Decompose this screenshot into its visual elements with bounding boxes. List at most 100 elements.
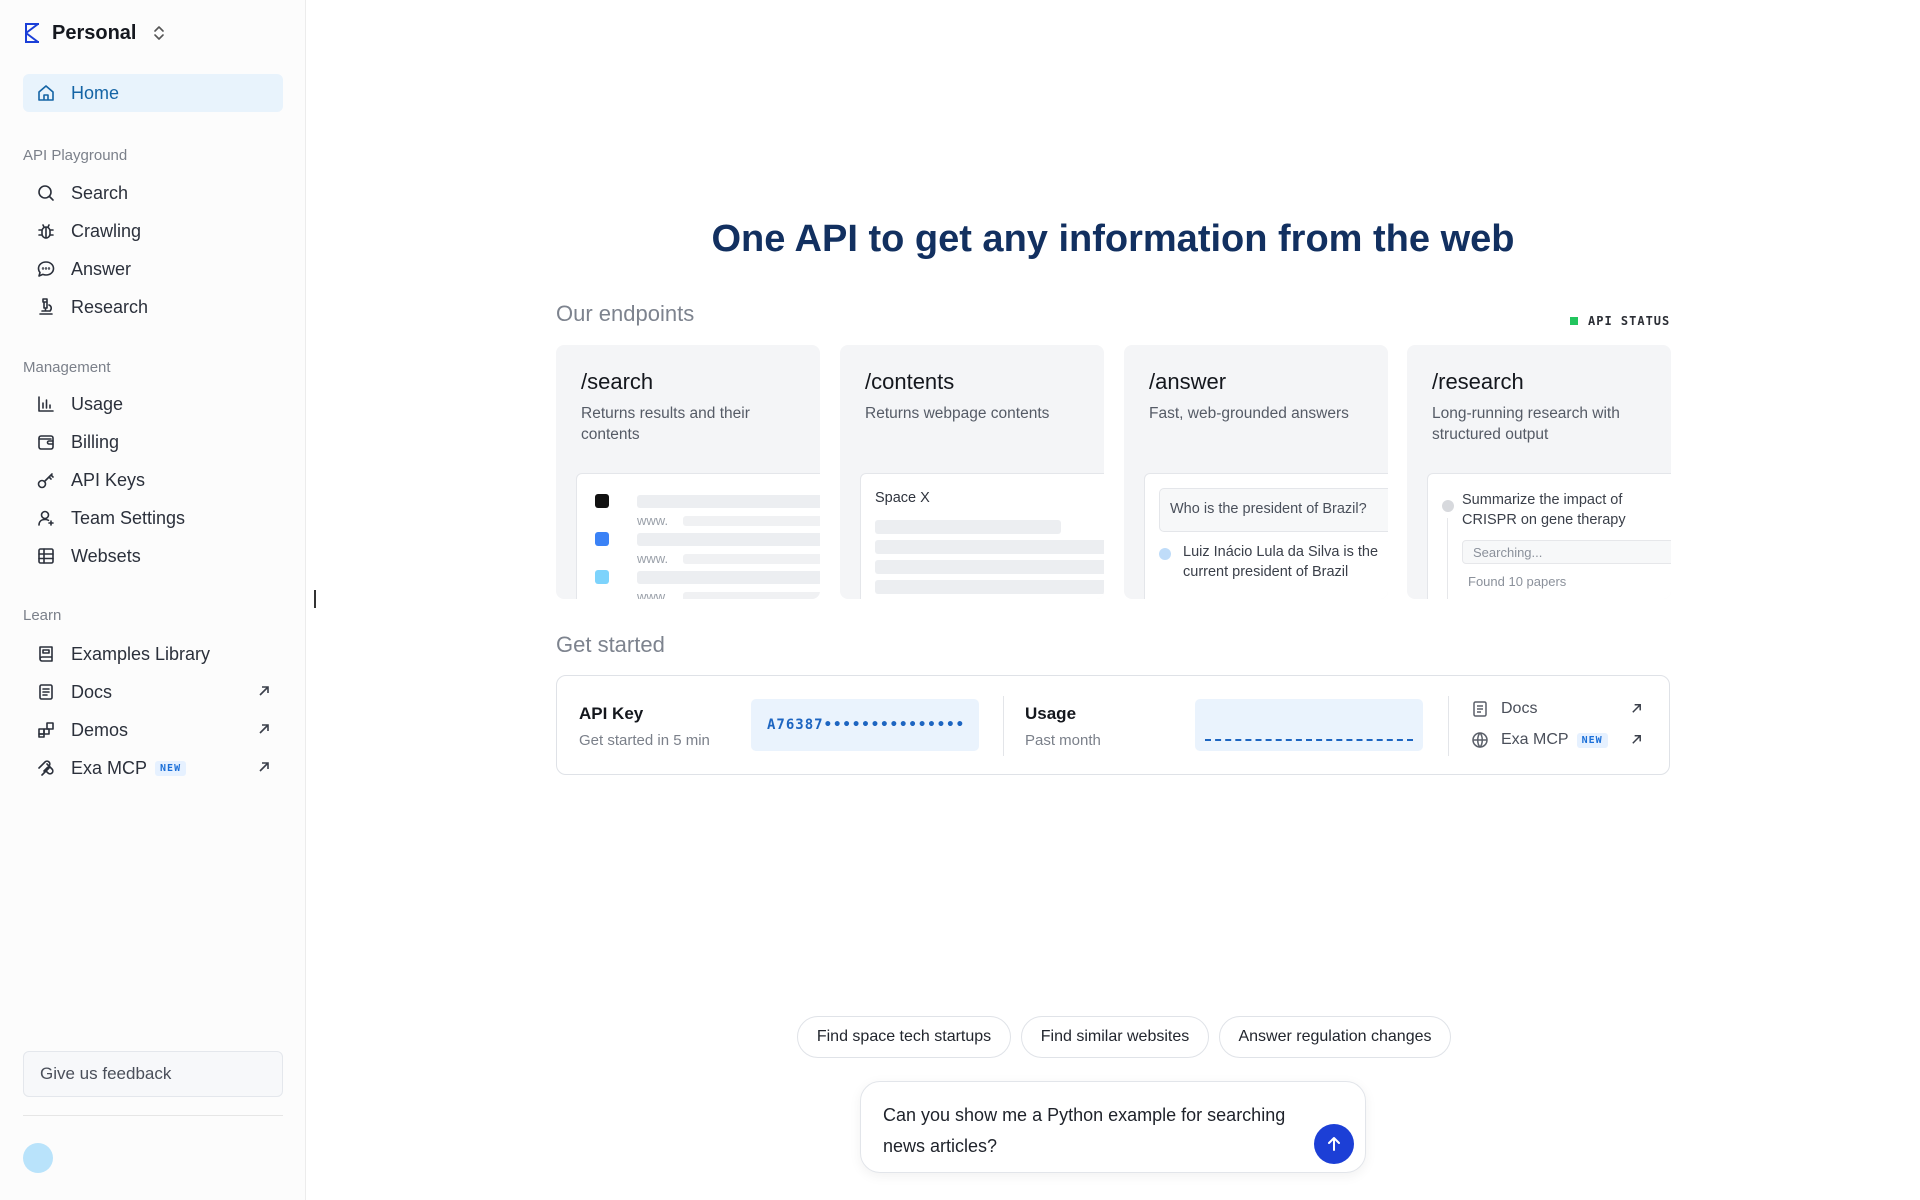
docs-link[interactable]: Docs — [1471, 696, 1651, 722]
new-badge: NEW — [1576, 732, 1608, 748]
research-prompt: Summarize the impact of CRISPR on gene t… — [1462, 492, 1626, 528]
endpoint-description: Returns results and their contents — [581, 405, 750, 443]
api-key-subtitle: Get started in 5 min — [579, 732, 710, 749]
sidebar-item-label: Home — [71, 82, 120, 103]
table-icon — [35, 545, 57, 567]
endpoint-title: /contents — [865, 369, 955, 394]
placeholder-bar — [637, 571, 820, 584]
placeholder-bar — [683, 516, 820, 526]
sidebar-item-search[interactable]: Search — [23, 174, 283, 212]
avatar[interactable] — [23, 1143, 53, 1173]
api-key-value[interactable]: A76387••••••••••••••• — [751, 699, 979, 751]
exa-mcp-link-label: Exa MCP — [1501, 731, 1569, 748]
contents-sample-title: Space X — [875, 490, 930, 506]
external-link-icon — [257, 722, 271, 736]
endpoint-card-answer[interactable]: /answer Fast, web-grounded answers Who i… — [1124, 345, 1388, 599]
usage-sparkline[interactable] — [1195, 699, 1423, 751]
arrow-up-icon — [1328, 1137, 1340, 1151]
usage-title: Usage — [1025, 704, 1077, 723]
result-favicon-icon — [595, 570, 609, 584]
sidebar-item-billing[interactable]: Billing — [23, 423, 283, 461]
result-url: www. — [637, 513, 669, 528]
status-dot-icon — [1570, 317, 1578, 325]
placeholder-bar — [875, 540, 1104, 554]
endpoint-description: Returns webpage contents — [865, 405, 1050, 422]
sidebar-item-home[interactable]: Home — [23, 74, 283, 112]
endpoint-card-search[interactable]: /search Returns results and their conten… — [556, 345, 820, 599]
chat-bubble-icon — [35, 258, 57, 280]
workspace-switcher[interactable]: Personal — [22, 20, 166, 46]
sidebar-item-crawling[interactable]: Crawling — [23, 212, 283, 250]
docs-link-label: Docs — [1501, 700, 1538, 717]
key-icon — [35, 469, 57, 491]
result-favicon-icon — [595, 494, 609, 508]
sidebar-item-usage[interactable]: Usage — [23, 385, 283, 423]
sidebar-item-label: Team Settings — [71, 507, 186, 528]
microscope-icon — [35, 296, 57, 318]
sidebar-item-label: Docs — [71, 681, 113, 702]
answer-question: Who is the president of Brazil? — [1159, 488, 1388, 532]
endpoint-title: /answer — [1149, 369, 1227, 394]
sidebar-item-api-keys[interactable]: API Keys — [23, 461, 283, 499]
bar-chart-icon — [35, 393, 57, 415]
endpoint-description: Long-running research with structured ou… — [1432, 405, 1620, 443]
chevron-up-down-icon — [154, 26, 165, 40]
sidebar-item-answer[interactable]: Answer — [23, 250, 283, 288]
placeholder-bar — [875, 580, 1104, 594]
answer-dot-icon — [1159, 548, 1171, 560]
sidebar-item-exa-mcp[interactable]: Exa MCP NEW — [23, 749, 283, 787]
external-link-icon — [257, 760, 271, 774]
usage-line — [1205, 739, 1413, 741]
sidebar-item-label: Websets — [71, 545, 141, 566]
get-started-panel: API Key Get started in 5 min A76387•••••… — [556, 675, 1670, 775]
workspace-name: Personal — [52, 21, 137, 44]
feedback-button[interactable]: Give us feedback — [23, 1051, 283, 1097]
api-status-indicator[interactable]: API STATUS — [1570, 314, 1670, 328]
external-link-icon — [1632, 704, 1641, 713]
placeholder-bar — [683, 554, 820, 564]
endpoint-card-contents[interactable]: /contents Returns webpage contents Space… — [840, 345, 1104, 599]
user-settings-icon — [35, 507, 57, 529]
sidebar-divider — [23, 1115, 283, 1116]
sidebar-item-label: Exa MCP — [71, 757, 148, 778]
sidebar-item-label: Examples Library — [71, 643, 211, 664]
document-icon — [35, 681, 57, 703]
placeholder-bar — [637, 533, 820, 546]
section-label-management: Management — [23, 359, 111, 376]
divider — [1003, 696, 1004, 756]
mcp-icon — [35, 757, 57, 779]
endpoints-heading: Our endpoints — [556, 301, 695, 326]
result-row: www. — [595, 494, 820, 532]
exa-logo-icon — [25, 23, 39, 43]
divider — [1448, 696, 1449, 756]
sidebar-item-research[interactable]: Research — [23, 288, 283, 326]
globe-icon — [1472, 732, 1488, 749]
sidebar-item-label: Crawling — [71, 220, 142, 241]
research-found: Found 10 papers — [1468, 574, 1567, 589]
chat-input-box[interactable]: Can you show me a Python example for sea… — [860, 1081, 1366, 1173]
sidebar-item-websets[interactable]: Websets — [23, 537, 283, 575]
sidebar-item-docs[interactable]: Docs — [23, 673, 283, 711]
exa-mcp-link[interactable]: Exa MCP NEW — [1471, 727, 1651, 753]
chat-input[interactable]: Can you show me a Python example for sea… — [883, 1100, 1303, 1162]
home-icon — [35, 82, 57, 104]
suggestion-chip[interactable]: Answer regulation changes — [1219, 1016, 1451, 1058]
result-url: www. — [637, 589, 669, 599]
api-status-label: API STATUS — [1588, 314, 1671, 328]
placeholder-bar — [683, 592, 820, 599]
text-cursor — [314, 590, 316, 608]
send-button[interactable] — [1314, 1124, 1354, 1164]
api-key-title: API Key — [579, 704, 644, 723]
suggestion-chip[interactable]: Find space tech startups — [797, 1016, 1011, 1058]
endpoint-card-research[interactable]: /research Long-running research with str… — [1407, 345, 1671, 599]
contents-preview: Space X — [860, 473, 1104, 599]
sidebar-item-demos[interactable]: Demos — [23, 711, 283, 749]
section-label-learn: Learn — [23, 607, 62, 624]
suggestion-chip[interactable]: Find similar websites — [1021, 1016, 1209, 1058]
usage-subtitle: Past month — [1025, 732, 1101, 749]
bug-icon — [35, 220, 57, 242]
endpoint-description: Fast, web-grounded answers — [1149, 405, 1349, 422]
check-circle-icon — [1442, 500, 1454, 512]
sidebar-item-team-settings[interactable]: Team Settings — [23, 499, 283, 537]
sidebar-item-examples-library[interactable]: Examples Library — [23, 635, 283, 673]
